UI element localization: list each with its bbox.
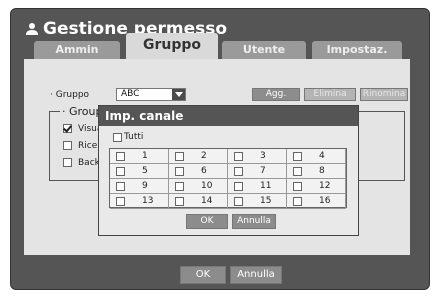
view-permission-checkbox[interactable] (63, 124, 72, 133)
channel-checkbox[interactable] (293, 152, 302, 161)
add-group-button[interactable]: Agg. (252, 88, 300, 101)
channel-cell[interactable]: 7 (228, 164, 287, 179)
channel-checkbox[interactable] (293, 182, 302, 191)
channel-cell[interactable]: 2 (169, 149, 228, 164)
channel-number: 16 (319, 196, 331, 206)
channel-cell[interactable]: 9 (110, 179, 169, 194)
ok-button[interactable]: OK (180, 266, 226, 284)
channel-number: 4 (319, 151, 325, 161)
channel-checkbox[interactable] (293, 167, 302, 176)
channel-number: 8 (319, 166, 325, 176)
group-select-value: ABC (121, 89, 140, 99)
user-icon (26, 23, 38, 35)
channel-cell[interactable]: 16 (287, 194, 346, 209)
channel-number: 12 (319, 181, 331, 191)
channel-cell[interactable]: 3 (228, 149, 287, 164)
dialog-cancel-button[interactable]: Annulla (232, 214, 276, 229)
dialog-title: Imp. canale (99, 106, 358, 126)
channel-number: 3 (260, 151, 266, 161)
channel-number: 11 (260, 181, 272, 191)
channel-cell[interactable]: 4 (287, 149, 346, 164)
channel-cell[interactable]: 6 (169, 164, 228, 179)
channel-cell[interactable]: 13 (110, 194, 169, 209)
channel-checkbox[interactable] (293, 197, 302, 206)
channel-number: 7 (260, 166, 266, 176)
tab-gruppo[interactable]: Gruppo (126, 33, 218, 59)
channel-checkbox[interactable] (175, 182, 184, 191)
channel-checkbox[interactable] (116, 182, 125, 191)
channel-checkbox[interactable] (116, 167, 125, 176)
all-channels-checkbox[interactable] (113, 133, 122, 142)
cancel-button[interactable]: Annulla (230, 266, 282, 284)
delete-group-button[interactable]: Elimina (304, 88, 356, 101)
channel-cell[interactable]: 11 (228, 179, 287, 194)
channel-number: 15 (260, 196, 272, 206)
channel-grid: 1 2 3 4 5 6 7 8 9 10 11 12 13 14 15 16 (109, 148, 347, 209)
channel-checkbox[interactable] (175, 152, 184, 161)
channel-cell[interactable]: 1 (110, 149, 169, 164)
channel-checkbox[interactable] (175, 197, 184, 206)
tab-utente[interactable]: Utente (222, 41, 306, 59)
channel-cell[interactable]: 8 (287, 164, 346, 179)
channel-number: 9 (142, 181, 148, 191)
all-channels-label: Tutti (124, 132, 144, 142)
screen: Gestione permesso Ammin Gruppo Utente Im… (0, 0, 441, 300)
channel-cell[interactable]: 12 (287, 179, 346, 194)
channel-number: 10 (201, 181, 213, 191)
channel-number: 6 (201, 166, 207, 176)
rename-group-button[interactable]: Rinomina (360, 88, 408, 101)
channel-checkbox[interactable] (234, 182, 243, 191)
group-select[interactable]: ABC (116, 88, 186, 101)
channel-number: 5 (142, 166, 148, 176)
dialog-ok-button[interactable]: OK (186, 214, 228, 229)
tab-impostaz[interactable]: Impostaz. (312, 41, 402, 59)
channel-checkbox[interactable] (175, 167, 184, 176)
channel-checkbox[interactable] (116, 152, 125, 161)
chevron-down-icon[interactable] (172, 89, 185, 100)
tab-ammin[interactable]: Ammin (34, 41, 120, 59)
channel-number: 13 (142, 196, 154, 206)
channel-cell[interactable]: 10 (169, 179, 228, 194)
channel-cell[interactable]: 14 (169, 194, 228, 209)
channel-cell[interactable]: 5 (110, 164, 169, 179)
search-permission-checkbox[interactable] (63, 141, 72, 150)
channel-number: 14 (201, 196, 213, 206)
backup-permission-checkbox[interactable] (63, 158, 72, 167)
channel-cell[interactable]: 15 (228, 194, 287, 209)
channel-checkbox[interactable] (234, 152, 243, 161)
channel-number: 2 (201, 151, 207, 161)
channel-checkbox[interactable] (116, 197, 125, 206)
group-label: · Gruppo (50, 90, 90, 100)
channel-number: 1 (142, 151, 148, 161)
channel-checkbox[interactable] (234, 167, 243, 176)
channel-checkbox[interactable] (234, 197, 243, 206)
